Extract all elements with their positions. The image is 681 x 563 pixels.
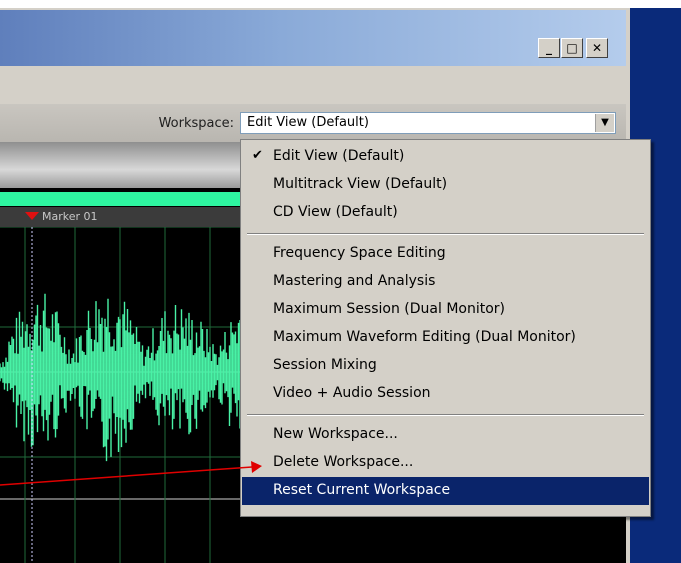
maximize-button[interactable]: □: [561, 38, 583, 58]
menu-item-label: Session Mixing: [273, 357, 377, 373]
minimize-button[interactable]: _: [538, 38, 560, 58]
menu-item-label: Edit View (Default): [273, 148, 405, 164]
menu-item[interactable]: New Workspace...: [242, 421, 649, 449]
marker-icon[interactable]: [25, 212, 39, 220]
workspace-dropdown[interactable]: Edit View (Default) ▼: [240, 112, 616, 134]
menu-item[interactable]: Frequency Space Editing: [242, 240, 649, 268]
menu-item-label: Maximum Waveform Editing (Dual Monitor): [273, 329, 576, 345]
menu-item[interactable]: Delete Workspace...: [242, 449, 649, 477]
title-bar[interactable]: _ □ ✕: [0, 10, 626, 66]
workspace-label: Workspace:: [158, 116, 234, 131]
workspace-dropdown-value: Edit View (Default): [247, 115, 369, 130]
menu-item-label: Maximum Session (Dual Monitor): [273, 301, 506, 317]
menu-item-label: Video + Audio Session: [273, 385, 431, 401]
menu-item[interactable]: Video + Audio Session: [242, 380, 649, 408]
menu-item[interactable]: Session Mixing: [242, 352, 649, 380]
dropdown-arrow-icon[interactable]: ▼: [595, 114, 614, 132]
menu-item[interactable]: Maximum Waveform Editing (Dual Monitor): [242, 324, 649, 352]
menu-item[interactable]: ✔ Edit View (Default): [242, 143, 649, 171]
overview-bar[interactable]: [0, 192, 250, 206]
menu-bar: [0, 66, 626, 104]
menu-item[interactable]: Multitrack View (Default): [242, 171, 649, 199]
screen-top-edge: [0, 0, 681, 8]
close-button[interactable]: ✕: [586, 38, 608, 58]
waveform-path: [0, 293, 250, 462]
checkmark-icon: ✔: [252, 148, 263, 163]
menu-item-label: Mastering and Analysis: [273, 273, 436, 289]
menu-item-label: Multitrack View (Default): [273, 176, 448, 192]
menu-item-label: CD View (Default): [273, 204, 398, 220]
workspace-menu: ✔ Edit View (Default) Multitrack View (Def…: [240, 139, 651, 517]
menu-item[interactable]: Reset Current Workspace: [242, 477, 649, 505]
menu-separator: [247, 233, 644, 235]
menu-item[interactable]: Maximum Session (Dual Monitor): [242, 296, 649, 324]
waveform-display[interactable]: [0, 227, 250, 563]
menu-item[interactable]: Mastering and Analysis: [242, 268, 649, 296]
menu-item-label: New Workspace...: [273, 426, 398, 442]
menu-separator: [247, 414, 644, 416]
menu-item-label: Delete Workspace...: [273, 454, 414, 470]
menu-item[interactable]: CD View (Default): [242, 199, 649, 227]
menu-item-label: Reset Current Workspace: [273, 482, 451, 498]
menu-item-label: Frequency Space Editing: [273, 245, 446, 261]
marker-label: Marker 01: [42, 210, 98, 223]
